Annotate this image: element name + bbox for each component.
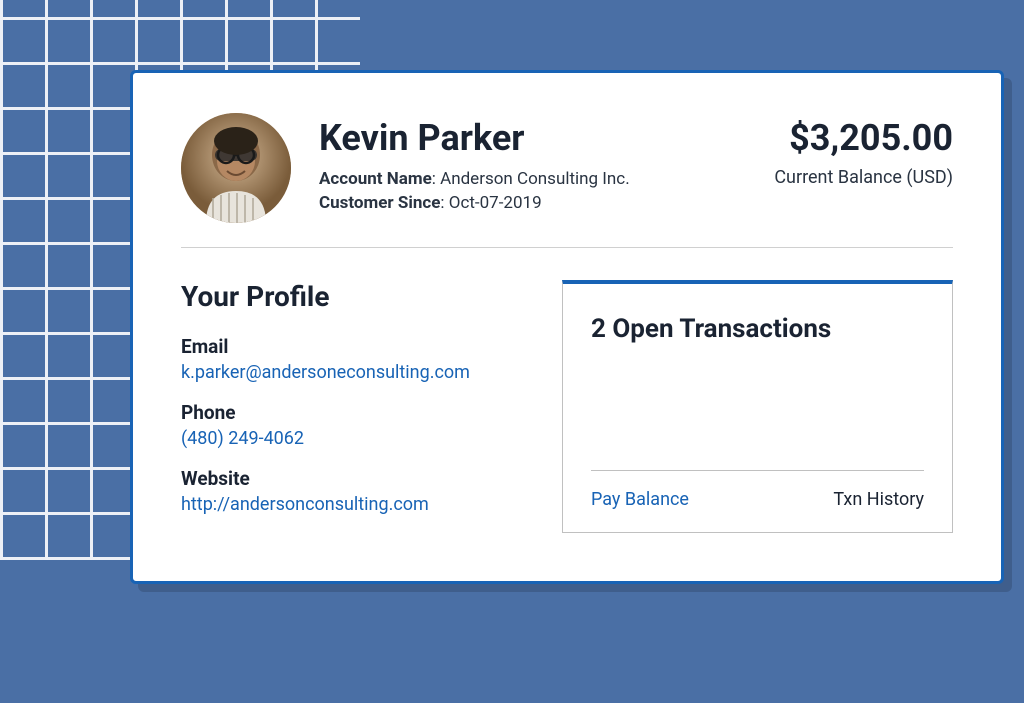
customer-name: Kevin Parker <box>319 117 746 159</box>
profile-section: Your Profile Email k.parker@andersonecon… <box>181 280 514 533</box>
header-info: Kevin Parker Account Name: Anderson Cons… <box>319 113 746 217</box>
customer-since-label: Customer Since <box>319 193 440 213</box>
account-name-value: Anderson Consulting Inc. <box>440 169 630 189</box>
transactions-actions: Pay Balance Txn History <box>591 470 924 510</box>
website-value[interactable]: http://andersonconsulting.com <box>181 494 514 515</box>
website-label: Website <box>181 467 514 490</box>
account-name-label: Account Name <box>319 169 432 189</box>
transactions-box: 2 Open Transactions Pay Balance Txn Hist… <box>562 280 953 533</box>
email-value[interactable]: k.parker@andersoneconsulting.com <box>181 362 514 383</box>
balance-label: Current Balance (USD) <box>774 167 953 188</box>
email-label: Email <box>181 335 514 358</box>
pay-balance-link[interactable]: Pay Balance <box>591 489 689 510</box>
txn-history-link[interactable]: Txn History <box>833 489 924 510</box>
content-row: Your Profile Email k.parker@andersonecon… <box>181 280 953 533</box>
transactions-title: 2 Open Transactions <box>591 314 924 344</box>
header-row: Kevin Parker Account Name: Anderson Cons… <box>181 113 953 248</box>
customer-since-value: Oct-07-2019 <box>449 193 542 213</box>
phone-field-group: Phone (480) 249-4062 <box>181 401 514 449</box>
customer-profile-card: Kevin Parker Account Name: Anderson Cons… <box>130 70 1004 584</box>
customer-since-line: Customer Since: Oct-07-2019 <box>319 193 746 213</box>
balance-block: $3,205.00 Current Balance (USD) <box>774 113 953 188</box>
balance-amount: $3,205.00 <box>774 117 953 159</box>
account-name-line: Account Name: Anderson Consulting Inc. <box>319 169 746 189</box>
phone-label: Phone <box>181 401 514 424</box>
phone-value[interactable]: (480) 249-4062 <box>181 428 514 449</box>
website-field-group: Website http://andersonconsulting.com <box>181 467 514 515</box>
avatar <box>181 113 291 223</box>
email-field-group: Email k.parker@andersoneconsulting.com <box>181 335 514 383</box>
profile-title: Your Profile <box>181 280 514 313</box>
